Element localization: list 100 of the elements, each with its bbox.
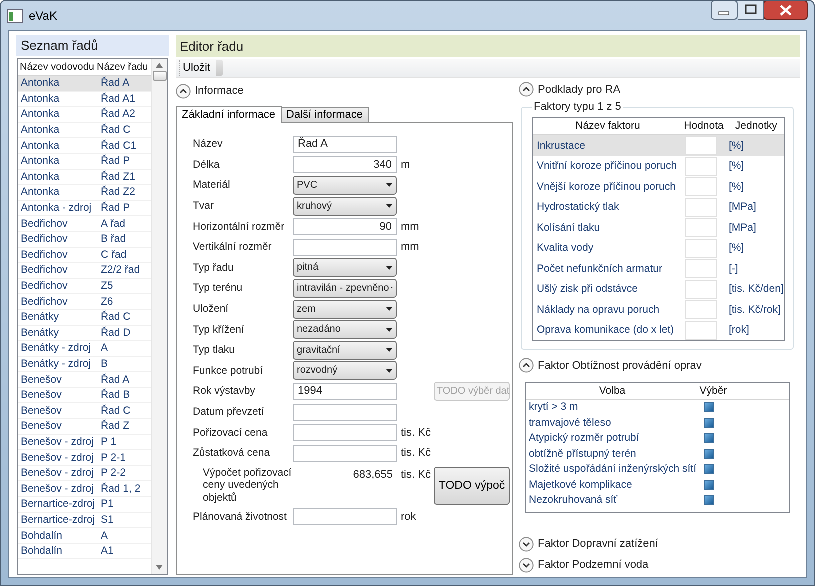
dropdown[interactable]: zem (293, 300, 397, 319)
table-cell-text: P 1 (101, 436, 118, 448)
unit-label: mm (400, 220, 420, 233)
table-cell-text: Antonka (21, 186, 61, 198)
table-cell-text: P 2-2 (101, 467, 127, 480)
table-cell-text: Řad C (101, 311, 132, 324)
table-cell-text: B řad (101, 233, 128, 246)
table-row[interactable]: Kolísání tlaku [MPa] (533, 217, 784, 238)
field-label: Typ terénu (193, 282, 244, 294)
table-cell-text: Benešov (21, 389, 63, 402)
unit-label: rok (400, 510, 418, 523)
input-field[interactable]: 1994 (293, 382, 397, 400)
table-cell-text: Kvalita vody (536, 242, 595, 254)
table-cell-text: tramvajové těleso (528, 416, 612, 429)
table-cell-text: Benešov (21, 420, 63, 432)
column-header[interactable]: Název vodovodu (20, 62, 97, 72)
table-cell-text: Bedřichov (21, 218, 69, 230)
field-label: Vertikální rozměr (193, 241, 273, 254)
table-row[interactable]: Počet nefunkčních armatur [-] (533, 258, 784, 279)
column-header[interactable]: Volba (526, 382, 696, 400)
table-cell-text: A (101, 530, 110, 542)
table-cell-text: Z2/2 řad (101, 264, 142, 276)
panel-title: Seznam řadů (16, 35, 169, 56)
table-cell-text: [%] (728, 242, 746, 254)
table-cell-text: Antonka (21, 140, 61, 152)
field-label: Uložení (193, 303, 230, 316)
field-label: Horizontální rozměr (193, 220, 286, 233)
list-row[interactable]: Antonka Řad A (18, 76, 151, 92)
column-header[interactable]: Výběr (696, 382, 728, 400)
input-field[interactable]: 90 (293, 218, 397, 236)
table-cell-text: Bedřichov (21, 296, 69, 308)
table-cell-text: Antonka (21, 77, 61, 90)
table-row[interactable]: Oprava komunikace (do x let) [rok] (533, 320, 784, 340)
table-cell-text: Benátky - zdroj (21, 342, 92, 354)
table-cell-text: Antonka - zdroj (21, 202, 93, 214)
table-cell-text: Hydrostatický tlak (536, 201, 620, 214)
table-cell-text: [tis. Kč/rok] (728, 304, 782, 316)
table-cell-text: Bedřichov (21, 264, 69, 276)
table-cell-text: P1 (101, 498, 115, 510)
table-cell-text: [MPa] (728, 201, 758, 214)
table-cell-text: Benešov - zdroj (21, 482, 95, 495)
field-label: Tvar (193, 200, 215, 212)
table-cell-text: Vnější koroze příčinou poruch (536, 180, 677, 193)
dropdown[interactable]: rozvodný (293, 361, 397, 380)
table-cell-text: A1 (101, 545, 115, 558)
table-cell-text: Řad Z1 (101, 170, 136, 183)
table-cell-text: Řad A1 (101, 92, 136, 105)
field-label: Typ tlaku (193, 344, 236, 356)
field-label: Typ křížení (193, 324, 246, 336)
section-title: Faktor Podzemní voda (538, 559, 649, 572)
tab[interactable]: Základní informace (176, 106, 282, 123)
table-row[interactable]: Inkrustace [%] (533, 135, 784, 156)
dropdown[interactable]: pitná (293, 258, 397, 278)
table-cell-text: [MPa] (728, 222, 758, 234)
table-row[interactable]: Kvalita vody [%] (533, 238, 784, 258)
table-cell-text: P 2-1 (101, 452, 127, 464)
section-title: Faktor Dopravní zatížení (538, 538, 658, 550)
dropdown[interactable]: gravitační (293, 340, 397, 360)
table-cell-text: Řad Z (101, 420, 131, 432)
action-button[interactable]: TODO výpoč (434, 466, 510, 504)
input-field[interactable]: Řad A (293, 136, 397, 153)
table-cell-text: Nezokruhovaná síť (528, 494, 619, 506)
table-row[interactable]: Náklady na opravu poruch [tis. Kč/rok] (533, 299, 784, 320)
unit-label: mm (400, 241, 420, 254)
table-cell-text: Bedřichov (21, 248, 69, 261)
table-cell-text: Řad A2 (101, 108, 136, 120)
table-cell-text: Benešov (21, 374, 63, 386)
column-header[interactable]: Jednotky (725, 120, 784, 132)
table-cell-text: A řad (101, 218, 127, 230)
table-row[interactable]: Hydrostatický tlak [MPa] (533, 196, 784, 218)
table-cell-text: Bedřichov (21, 280, 69, 292)
tab[interactable]: Další informace (280, 107, 369, 122)
save-button[interactable]: Uložit (179, 60, 214, 76)
column-header[interactable]: Název faktoru (533, 120, 679, 132)
table-cell-text: Benešov - zdroj (21, 436, 95, 448)
table-cell-text: Vnitřní koroze příčinou poruch (536, 160, 678, 172)
column-header[interactable]: Název řadu (97, 62, 151, 72)
table-cell-text: Řad A (101, 77, 131, 90)
panel-title: Editor řadu (176, 35, 800, 57)
table-row[interactable]: Ušlý zisk při odstávce [tis. Kč/den] (533, 278, 784, 300)
table-cell-text: Benešov - zdroj (21, 452, 95, 464)
table-cell-text: obtížně přístupný terén (528, 448, 638, 460)
field-label: Zůstatková cena (193, 447, 272, 460)
table-row[interactable]: Vnitřní koroze příčinou poruch [%] (533, 156, 784, 176)
table-cell-text: krytí > 3 m (528, 401, 580, 414)
table-cell-text: Ušlý zisk při odstávce (536, 283, 639, 296)
dropdown[interactable]: intravilán - zpevněno (293, 278, 397, 298)
dropdown[interactable]: kruhový (293, 196, 397, 216)
table-row[interactable]: Vnější koroze příčinou poruch [%] (533, 176, 784, 197)
group-title: Faktory typu 1 z 5 (533, 101, 622, 114)
table-cell-text: Oprava komunikace (do x let) (536, 324, 676, 336)
table-cell-text: Řad B (101, 389, 132, 402)
dropdown[interactable]: nezadáno (293, 320, 397, 340)
table-cell-text: Řad P (101, 202, 132, 214)
column-header[interactable]: Hodnota (679, 120, 725, 132)
table-cell-text: Inkrustace (536, 140, 586, 152)
dropdown[interactable]: PVC (293, 176, 397, 195)
table-cell-text: Řad C1 (101, 140, 138, 152)
input-field[interactable]: 340 (293, 156, 397, 174)
field-label: Pořizovací cena (193, 426, 269, 439)
